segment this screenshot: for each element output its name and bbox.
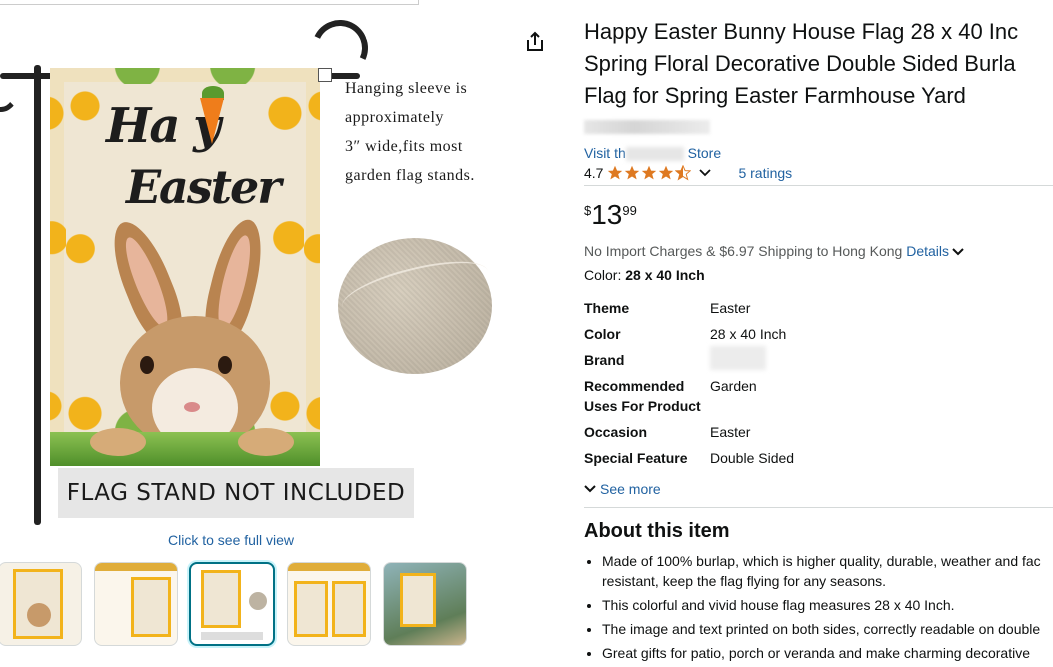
ratings-count-link[interactable]: 5 ratings [738,165,792,181]
visit-store-suffix: Store [687,145,722,161]
about-this-item-heading: About this item [584,520,730,542]
mini-flag [294,581,328,637]
about-bullets: Made of 100% burlap, which is higher qua… [584,551,1053,667]
product-title-line: Spring Floral Decorative Double Sided Bu… [584,51,1016,76]
divider [584,185,1053,186]
mini-header-bar [95,563,177,571]
see-more-label: See more [600,481,661,497]
rating-value: 4.7 [584,165,604,181]
stand-curl [0,62,20,112]
price-symbol: $ [584,203,592,218]
full-view-link[interactable]: Click to see full view [168,532,294,548]
spec-value: Double Sided [710,450,795,466]
price-whole: 13 [591,199,623,230]
product-title: Happy Easter Bunny House Flag 28 x 40 In… [584,16,1053,112]
bullet-line: resistant, keep the flag flying for any … [602,573,887,589]
bullet-item: This colorful and vivid house flag measu… [602,595,1053,615]
redacted-store-name [625,147,684,162]
chevron-down-icon [584,485,596,493]
star-icon [608,165,623,180]
sleeve-marker [318,68,332,82]
spec-key: Special Feature [584,450,688,466]
spec-value: Easter [710,300,751,316]
sleeve-note: Hanging sleeve is approximately 3″ wide,… [345,74,515,190]
star-half-icon [675,165,692,181]
sleeve-note-line: garden flag stands. [345,167,475,184]
mini-swatch [249,592,267,610]
spec-value: Garden [710,378,757,394]
spec-key: Color [584,326,621,342]
bunny-paw [238,428,294,456]
shipping-info: No Import Charges & $6.97 Shipping to Ho… [584,243,964,259]
thumbnail-5[interactable] [383,562,467,646]
bullet-item: Great gifts for patio, porch or veranda … [602,643,1053,663]
mini-flag [131,577,171,637]
bullet-line: Made of 100% burlap, which is higher qua… [602,553,1041,569]
spec-key: Theme [584,300,630,316]
mini-flag [201,570,241,628]
product-title-line: Flag for Spring Easter Farmhouse Yard [584,83,966,108]
mini-flag [400,573,436,627]
product-title-line: Happy Easter Bunny House Flag 28 x 40 In… [584,19,1019,44]
bullet-item: The image and text printed on both sides… [602,619,1053,639]
flag-text-easter: Easter [126,160,282,214]
flag-artwork: Ha y Easter [50,68,320,466]
see-more-link[interactable]: See more [584,481,661,497]
star-icon [659,165,674,180]
shipping-details-link[interactable]: Details [906,243,949,259]
sleeve-note-line: 3″ wide,fits most [345,138,463,155]
spec-key: Occasion [584,424,648,440]
spec-key: Brand [584,352,625,368]
bullet-item: Made of 100% burlap, which is higher qua… [602,551,1053,591]
mini-banner [201,632,263,640]
mini-flag [332,581,366,637]
selected-color: Color: 28 x 40 Inch [584,267,705,283]
thumbnail-1[interactable] [0,562,82,646]
spec-value: 28 x 40 Inch [710,326,787,342]
thumbnail-4[interactable] [287,562,371,646]
main-product-image[interactable]: Ha y Easter Hanging sleeve is approximat… [0,10,520,525]
thumbnail-3[interactable] [189,562,275,646]
redacted-brand-value [710,346,766,370]
bunny-eye [140,356,154,374]
redacted-brand [584,120,710,134]
bunny-eye [218,356,232,374]
search-dropdown-edge [0,0,419,5]
price: $ 13 99 [584,199,637,231]
rating-row: 4.7 5 ratings [584,165,792,181]
share-icon[interactable] [523,30,547,54]
bunny-paw [90,428,146,456]
star-icon [642,165,657,180]
color-value: 28 x 40 Inch [625,267,705,283]
chevron-down-icon[interactable] [952,247,964,257]
thumbnail-2[interactable] [94,562,178,646]
spec-value-redacted [710,346,766,375]
bunny-nose [184,402,200,412]
shipping-text: No Import Charges & $6.97 Shipping to Ho… [584,243,903,259]
visit-store-link[interactable]: Visit th Store [584,145,722,162]
mini-bunny [27,603,51,627]
spec-key: Recommended Uses For Product [584,378,701,414]
mini-header-bar [288,563,370,571]
chevron-down-icon[interactable] [698,166,712,180]
price-fraction: 99 [622,203,637,218]
stand-not-included-banner: FLAG STAND NOT INCLUDED [58,468,414,518]
star-rating[interactable] [607,165,692,181]
flag-stand-pole [34,65,41,525]
sleeve-note-line: approximately [345,109,444,126]
sleeve-note-line: Hanging sleeve is [345,80,468,97]
visit-store-prefix: Visit th [584,145,626,161]
spec-value: Easter [710,424,751,440]
star-icon [625,165,640,180]
carrot-icon [200,98,224,144]
divider [584,507,1053,508]
color-label: Color: [584,267,622,283]
